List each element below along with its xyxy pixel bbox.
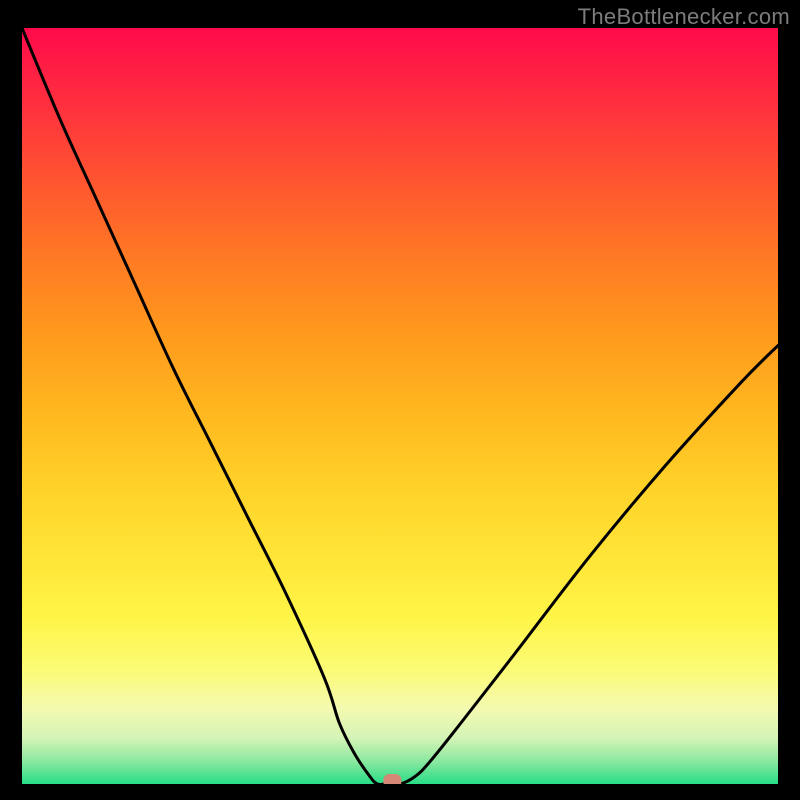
chart-frame: TheBottlenecker.com xyxy=(0,0,800,800)
marker-dot xyxy=(383,774,401,784)
watermark-text: TheBottlenecker.com xyxy=(578,4,790,30)
bottleneck-plot xyxy=(22,28,778,784)
gradient-background xyxy=(22,28,778,784)
